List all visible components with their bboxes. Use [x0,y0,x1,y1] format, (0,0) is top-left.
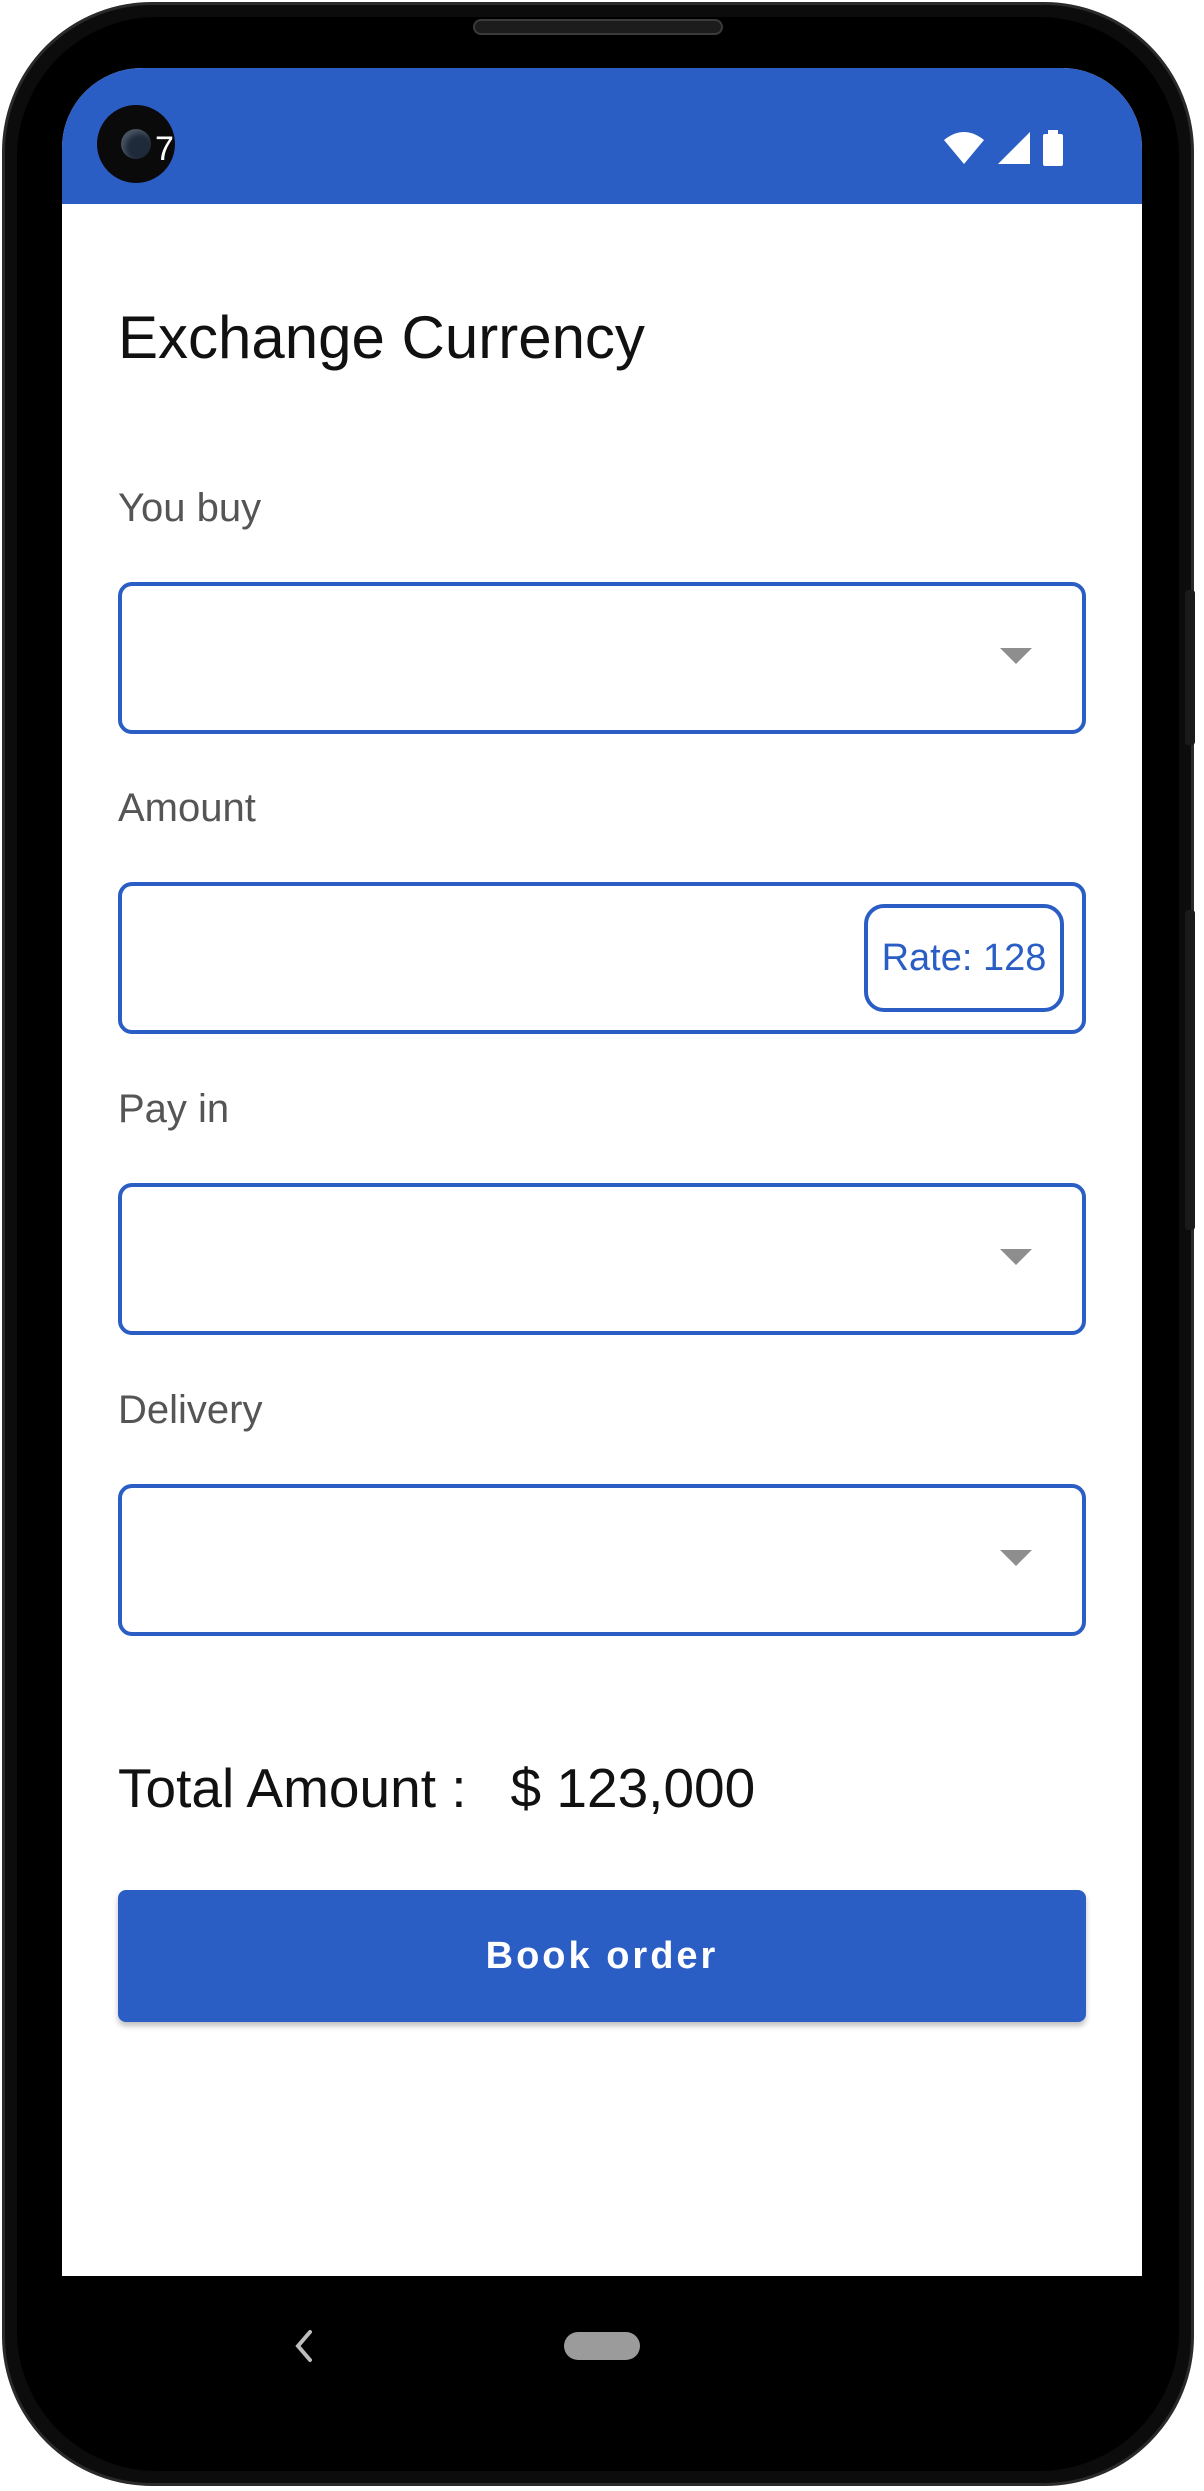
status-time: 7 [155,130,174,168]
page-title: Exchange Currency [118,304,645,371]
status-bar: 7 [62,68,1142,204]
total-amount-label: Total Amount : [118,1757,467,1819]
power-button [1185,910,1195,1230]
amount-input[interactable]: Rate: 128 [118,882,1086,1034]
total-amount-row: Total Amount : $ 123,000 [118,1756,755,1820]
home-icon[interactable] [564,2332,640,2360]
chevron-down-icon [1000,1249,1032,1265]
earpiece-speaker [473,19,723,35]
total-amount-value: $ 123,000 [510,1757,756,1819]
back-icon[interactable] [290,2326,316,2371]
chevron-down-icon [1000,648,1032,664]
volume-button [1185,590,1195,745]
you-buy-dropdown[interactable] [118,582,1086,734]
delivery-label: Delivery [118,1388,263,1432]
you-buy-label: You buy [118,486,262,530]
app-screen: 7 Exchange Currency You buy Amount Rate:… [62,68,1142,2276]
book-order-button[interactable]: Book order [118,1890,1086,2022]
amount-label: Amount [118,786,256,830]
delivery-dropdown[interactable] [118,1484,1086,1636]
battery-icon [1042,129,1064,171]
pay-in-dropdown[interactable] [118,1183,1086,1335]
chevron-down-icon [1000,1550,1032,1566]
rate-badge: Rate: 128 [864,904,1064,1012]
navigation-bar [62,2276,1142,2416]
pay-in-label: Pay in [118,1087,230,1131]
wifi-icon [942,130,986,171]
status-icons [942,129,1064,171]
cellular-signal-icon [996,130,1032,171]
